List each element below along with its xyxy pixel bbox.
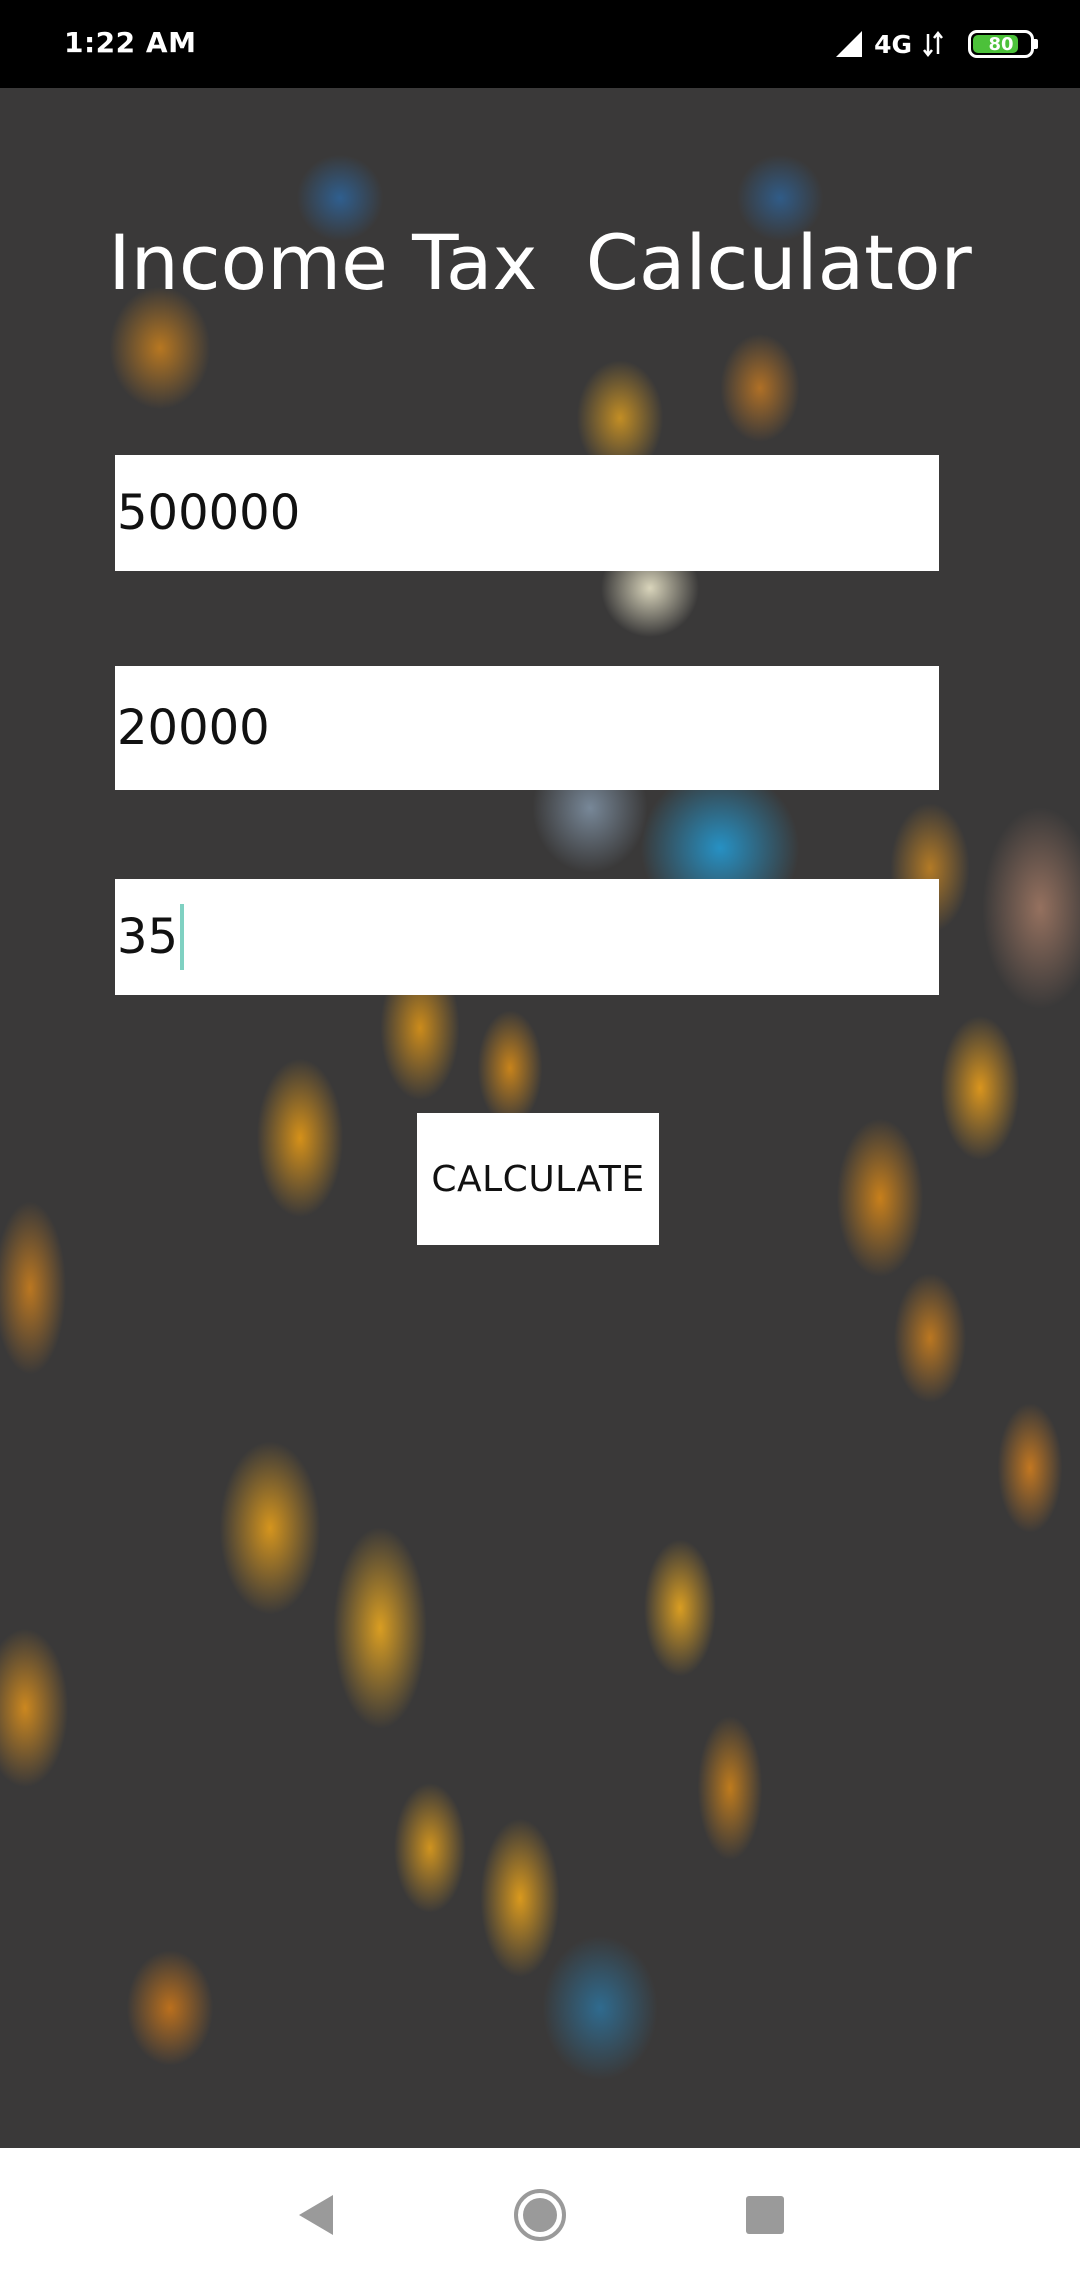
recent-apps-button[interactable]: [720, 2170, 810, 2260]
signal-icon: [836, 31, 863, 57]
text-cursor: [180, 904, 185, 970]
app-title: Income Tax Calculator: [108, 218, 972, 307]
status-icons: 4G 80: [834, 22, 1038, 66]
home-button[interactable]: [495, 2170, 585, 2260]
data-transfer-icon: [923, 30, 943, 58]
battery-tip: [1034, 39, 1038, 49]
back-icon: [299, 2195, 333, 2235]
income-input-value: 500000: [117, 485, 301, 541]
deduction-input[interactable]: 20000: [115, 666, 939, 790]
income-input[interactable]: 500000: [115, 455, 939, 571]
app-content: Income Tax Calculator 500000 20000 35 CA…: [0, 88, 1080, 2148]
battery-icon: 80: [968, 30, 1038, 58]
back-button[interactable]: [270, 2170, 360, 2260]
network-type: 4G: [874, 29, 912, 59]
status-time: 1:22 AM: [64, 26, 197, 59]
home-icon: [514, 2189, 566, 2241]
status-bar: 1:22 AM 4G 80: [0, 0, 1080, 88]
calculate-button[interactable]: CALCULATE: [417, 1113, 659, 1245]
age-input-value: 35: [117, 909, 179, 965]
battery-level: 80: [988, 33, 1014, 55]
recent-apps-icon: [746, 2196, 784, 2234]
age-input[interactable]: 35: [115, 879, 939, 995]
deduction-input-value: 20000: [117, 700, 270, 756]
navigation-bar: [0, 2148, 1080, 2280]
